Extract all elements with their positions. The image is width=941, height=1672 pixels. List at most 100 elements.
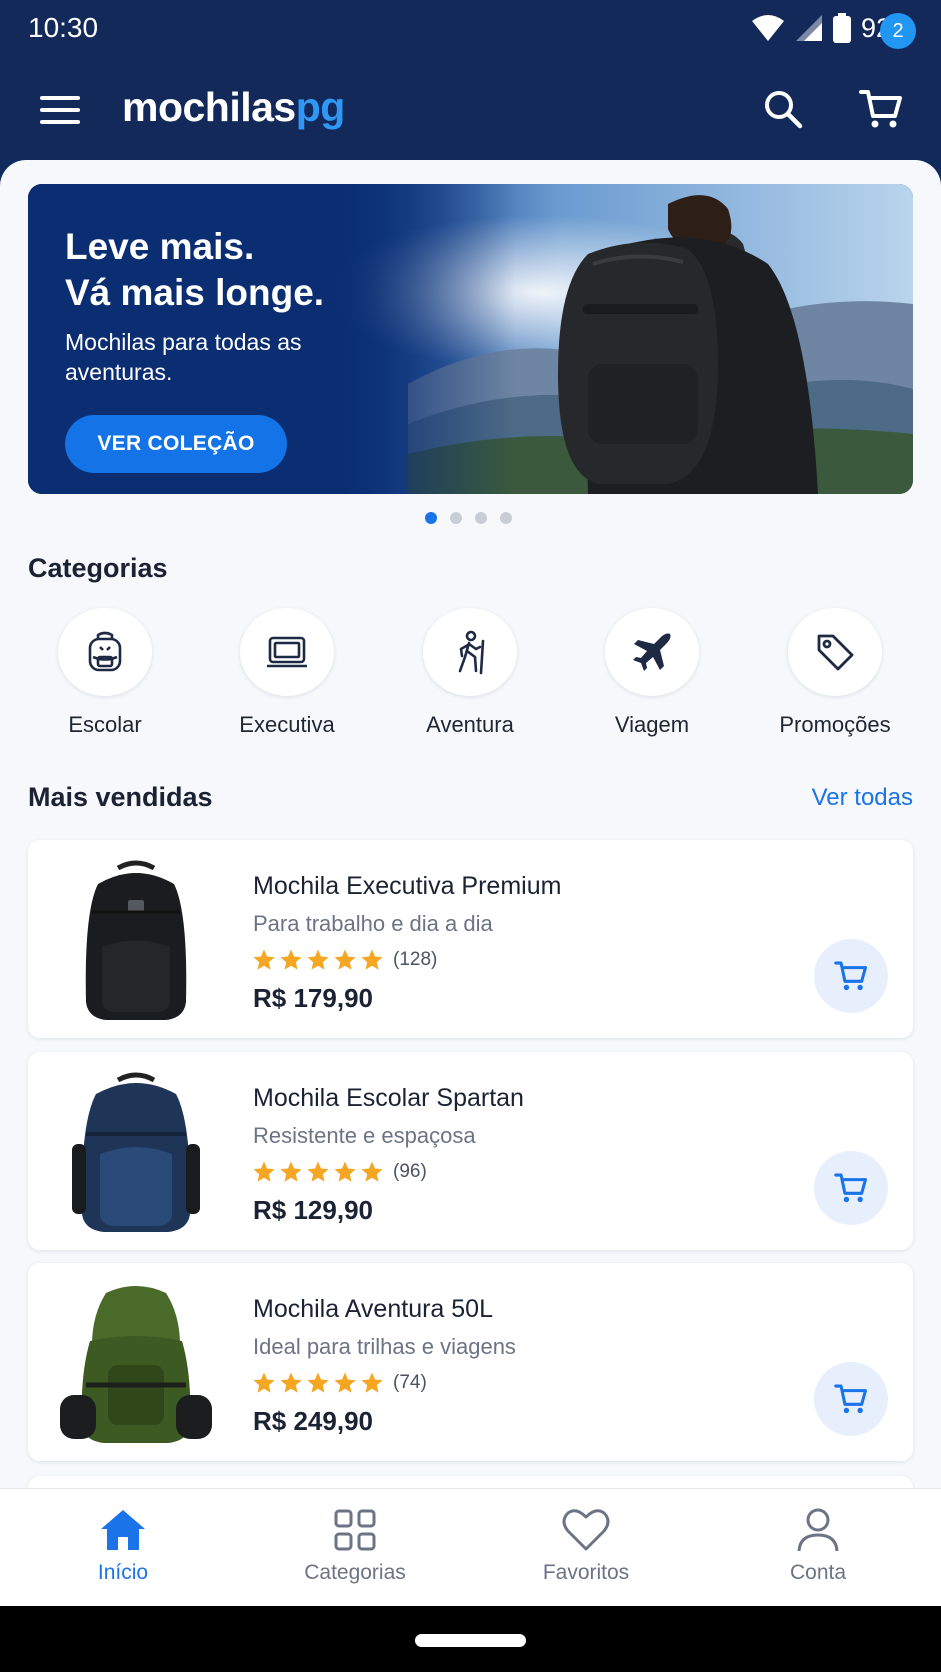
star-icon [361, 1161, 383, 1182]
cart-icon [834, 1384, 867, 1414]
category-executiva[interactable]: Executiva [207, 608, 367, 738]
nav-account[interactable]: Conta [718, 1489, 918, 1607]
product-card[interactable]: Mochila Executiva Premium Para trabalho … [28, 840, 913, 1038]
logo-main: mochilas [122, 84, 296, 130]
star-icon [334, 1161, 356, 1182]
cart-icon [834, 961, 867, 991]
product-price: R$ 179,90 [253, 983, 373, 1013]
grid-icon [334, 1509, 376, 1551]
cart-button[interactable] [854, 82, 908, 136]
categories-list: Escolar Executiva Aventura Viagem Promoç… [0, 608, 941, 738]
star-icon [253, 1372, 275, 1393]
category-label: Viagem [614, 712, 690, 737]
status-time: 10:30 [28, 12, 99, 43]
nav-icon-wrap [330, 1505, 380, 1555]
nav-label: Início [97, 1561, 149, 1584]
best-sellers-title: Mais vendidas [28, 782, 213, 812]
nav-favorites[interactable]: Favoritos [486, 1489, 686, 1607]
logo-accent: pg [295, 84, 346, 130]
banner-title: Leve mais. Vá mais longe. [65, 224, 445, 316]
category-icon-circle [788, 608, 882, 696]
category-viagem[interactable]: Viagem [572, 608, 732, 738]
product-image-executive-backpack [85, 860, 187, 1020]
carousel-dot[interactable] [425, 512, 437, 524]
nav-label: Conta [789, 1561, 847, 1584]
star-icon [253, 949, 275, 970]
nav-label: Categorias [304, 1561, 406, 1584]
battery-icon [832, 13, 851, 43]
cart-count-badge: 2 [880, 13, 916, 49]
star-icon [280, 1372, 302, 1393]
user-icon [797, 1508, 839, 1552]
product-card-partial[interactable] [28, 1476, 913, 1488]
star-icon [253, 1161, 275, 1182]
nav-home[interactable]: Início [23, 1489, 223, 1607]
nav-icon-wrap [793, 1505, 843, 1555]
app-logo[interactable]: mochilaspg [122, 84, 345, 131]
product-description: Ideal para trilhas e viagens [253, 1334, 516, 1359]
home-content[interactable]: Leve mais. Vá mais longe. Mochilas para … [0, 160, 941, 1488]
home-icon [101, 1510, 145, 1550]
hiker-icon [458, 630, 485, 675]
banner-title-line-1: Leve mais. [65, 226, 255, 267]
category-promocoes[interactable]: Promoções [755, 608, 915, 738]
category-icon-circle [240, 608, 334, 696]
menu-button[interactable] [36, 86, 84, 134]
heart-icon [562, 1509, 610, 1551]
banner-title-line-2: Vá mais longe. [65, 272, 325, 313]
add-to-cart-button[interactable] [814, 1151, 888, 1225]
laptop-icon [267, 636, 307, 668]
category-aventura[interactable]: Aventura [390, 608, 550, 738]
product-image-school-backpack [72, 1072, 200, 1232]
tag-icon [817, 634, 854, 671]
review-count: (74) [393, 1372, 427, 1393]
promo-banner[interactable]: Leve mais. Vá mais longe. Mochilas para … [28, 184, 913, 494]
search-button[interactable] [758, 84, 808, 134]
nav-icon-wrap [98, 1505, 148, 1555]
cart-icon [859, 90, 902, 128]
star-icon [307, 1372, 329, 1393]
nav-categories[interactable]: Categorias [255, 1489, 455, 1607]
category-label: Aventura [426, 712, 514, 737]
product-description: Resistente e espaçosa [253, 1123, 476, 1148]
app-bar: mochilaspg [0, 56, 941, 160]
star-icon [334, 1372, 356, 1393]
add-to-cart-button[interactable] [814, 1362, 888, 1436]
product-image-adventure-backpack [60, 1286, 212, 1443]
product-price: R$ 249,90 [253, 1406, 373, 1436]
carousel-dot[interactable] [500, 512, 512, 524]
star-icon [334, 949, 356, 970]
star-icon [307, 1161, 329, 1182]
star-icon [280, 949, 302, 970]
menu-icon [40, 96, 80, 124]
star-icon [280, 1161, 302, 1182]
product-card[interactable]: Mochila Aventura 50L Ideal para trilhas … [28, 1263, 913, 1461]
category-icon-circle [423, 608, 517, 696]
product-rating: (128) [252, 948, 437, 972]
product-name: Mochila Executiva Premium [253, 872, 562, 900]
carousel-dot[interactable] [450, 512, 462, 524]
review-count: (96) [393, 1161, 427, 1182]
category-escolar[interactable]: Escolar [25, 608, 185, 738]
status-bar: 10:30 92% [0, 0, 941, 56]
airplane-icon [633, 633, 671, 671]
star-icon [307, 949, 329, 970]
signal-icon [795, 15, 822, 41]
see-all-link[interactable]: Ver todas [770, 784, 913, 812]
banner-subtitle: Mochilas para todas as aventuras. [65, 329, 302, 385]
carousel-indicator [425, 512, 512, 524]
view-collection-button[interactable]: VER COLEÇÃO [65, 415, 287, 473]
system-navigation-bar [0, 1606, 941, 1672]
product-name: Mochila Escolar Spartan [253, 1084, 524, 1112]
product-rating: (96) [252, 1160, 427, 1184]
product-card[interactable]: Mochila Escolar Spartan Resistente e esp… [28, 1052, 913, 1250]
carousel-dot[interactable] [475, 512, 487, 524]
category-icon-circle [58, 608, 152, 696]
product-rating: (74) [252, 1371, 427, 1395]
bottom-navigation: Início Categorias Favoritos Conta [0, 1488, 941, 1606]
home-gesture-pill[interactable] [415, 1634, 526, 1647]
category-label: Escolar [68, 712, 142, 737]
categories-title: Categorias [28, 553, 168, 583]
add-to-cart-button[interactable] [814, 939, 888, 1013]
product-price: R$ 129,90 [253, 1195, 373, 1225]
